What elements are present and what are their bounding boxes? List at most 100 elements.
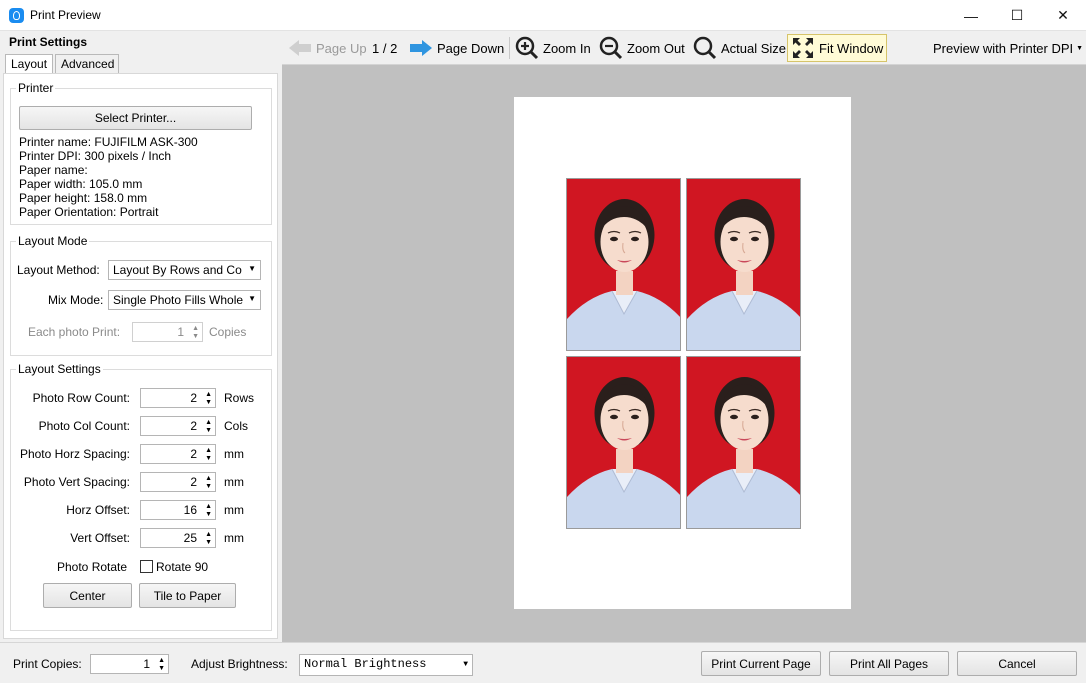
page-up-label: Page Up [316,40,367,56]
preview-toolbar: Page Up 1 / 2 Page Down Zoom In Zoom Out… [282,31,1086,65]
actual-size-button[interactable]: Actual Size [693,34,786,62]
maximize-button[interactable]: ☐ [994,0,1040,31]
layout-settings-group: Layout Settings Photo Row Count: 2 ▲ ▼ Ro… [10,362,272,631]
zoom-out-label: Zoom Out [627,40,685,56]
brightness-select[interactable]: Normal Brightness ▼ [299,654,473,676]
preview-dpi-dropdown[interactable]: Preview with Printer DPI ▼ [933,34,1083,62]
rotate-90-checkbox[interactable] [140,560,153,573]
tab-advanced[interactable]: Advanced [55,54,119,74]
magnifier-icon [693,36,717,60]
horz-offset-value: 16 [183,503,197,517]
arrow-left-icon [289,40,311,56]
row-count-value: 2 [190,391,197,405]
cancel-button[interactable]: Cancel [957,651,1077,676]
preview-dpi-label: Preview with Printer DPI [933,40,1074,56]
printer-name-text: Printer name: FUJIFILM ASK-300 [19,135,198,149]
print-current-page-button[interactable]: Print Current Page [701,651,821,676]
page-indicator: 1 / 2 [372,40,398,56]
center-button[interactable]: Center [43,583,132,608]
app-logo-icon [9,8,24,23]
layout-method-value: Layout By Rows and Co [113,263,242,277]
page-up-button[interactable]: Page Up [288,34,367,62]
title-bar: Print Preview — ☐ ✕ [0,0,1086,31]
layout-settings-group-title: Layout Settings [16,362,103,376]
id-photo [686,178,801,351]
row-count-label: Photo Row Count: [32,391,130,405]
tile-to-paper-button[interactable]: Tile to Paper [139,583,236,608]
spin-arrows-icon[interactable]: ▲ ▼ [205,389,212,407]
chevron-down-icon: ▼ [463,660,468,669]
layout-mode-group: Layout Mode Layout Method: Layout By Row… [10,234,272,356]
photo-rotate-label: Photo Rotate [57,560,128,574]
arrow-right-icon [410,40,432,56]
expand-arrows-icon [793,38,813,58]
each-photo-print-stepper: 1 ▲ ▼ [132,322,203,342]
print-copies-label: Print Copies: [13,657,82,671]
horz-spacing-value: 2 [190,447,197,461]
vert-offset-label: Vert Offset: [70,531,130,545]
each-photo-print-label: Each photo Print: [28,325,121,339]
printer-group-title: Printer [16,81,56,95]
printer-group: Printer Select Printer... Printer name: … [10,81,272,225]
mix-mode-select[interactable]: Single Photo Fills Whole ▼ [108,290,261,310]
spin-arrows-icon[interactable]: ▲ ▼ [205,417,212,435]
print-settings-panel: Print Settings Layout Advanced Printer S… [0,31,281,642]
zoom-out-icon [599,36,623,60]
vert-spacing-stepper[interactable]: 2 ▲ ▼ [140,472,216,492]
chevron-down-icon: ▼ [248,294,256,303]
select-printer-button[interactable]: Select Printer... [19,106,252,130]
print-copies-stepper[interactable]: 1 ▲ ▼ [90,654,169,674]
vert-offset-stepper[interactable]: 25 ▲ ▼ [140,528,216,548]
horz-offset-unit: mm [224,503,244,517]
close-button[interactable]: ✕ [1040,0,1086,31]
vert-spacing-value: 2 [190,475,197,489]
zoom-in-button[interactable]: Zoom In [515,34,591,62]
col-count-stepper[interactable]: 2 ▲ ▼ [140,416,216,436]
spin-arrows-icon[interactable]: ▲ ▼ [205,529,212,547]
col-count-label: Photo Col Count: [38,419,130,433]
paper-name-text: Paper name: [19,163,88,177]
horz-spacing-stepper[interactable]: 2 ▲ ▼ [140,444,216,464]
chevron-down-icon: ▼ [248,264,256,273]
spin-arrows-icon[interactable]: ▲ ▼ [205,473,212,491]
chevron-down-icon: ▼ [1076,44,1084,52]
mix-mode-value: Single Photo Fills Whole [113,293,244,307]
copies-unit-label: Copies [209,325,247,339]
horz-spacing-label: Photo Horz Spacing: [19,447,130,461]
spin-arrows-icon: ▲ ▼ [192,325,199,340]
id-photo [566,356,681,529]
print-settings-header: Print Settings [9,35,88,49]
tab-layout[interactable]: Layout [5,54,53,75]
minimize-button[interactable]: — [948,0,994,31]
vert-offset-value: 25 [183,531,197,545]
spin-arrows-icon[interactable]: ▲ ▼ [158,655,165,673]
paper-height-text: Paper height: 158.0 mm [19,191,148,205]
spin-arrows-icon[interactable]: ▲ ▼ [205,501,212,519]
col-count-value: 2 [190,419,197,433]
mix-mode-label: Mix Mode: [48,293,104,307]
page-down-button[interactable]: Page Down [409,34,504,62]
bottom-bar: Print Copies: 1 ▲ ▼ Adjust Brightness: No… [0,642,1086,683]
print-all-pages-button[interactable]: Print All Pages [829,651,949,676]
zoom-out-button[interactable]: Zoom Out [599,34,685,62]
horz-spacing-unit: mm [224,447,244,461]
fit-window-button[interactable]: Fit Window [787,34,888,62]
brightness-value: Normal Brightness [304,657,427,671]
vert-offset-unit: mm [224,531,244,545]
printer-dpi-text: Printer DPI: 300 pixels / Inch [19,149,172,163]
row-count-stepper[interactable]: 2 ▲ ▼ [140,388,216,408]
actual-size-label: Actual Size [721,40,787,56]
preview-area [282,65,1086,642]
zoom-in-icon [515,36,539,60]
fit-window-label: Fit Window [819,40,884,56]
id-photo [566,178,681,351]
layout-method-select[interactable]: Layout By Rows and Co ▼ [108,260,261,280]
window-title: Print Preview [30,8,101,22]
horz-offset-stepper[interactable]: 16 ▲ ▼ [140,500,216,520]
rotate-90-label[interactable]: Rotate 90 [156,560,208,574]
spin-arrows-icon[interactable]: ▲ ▼ [205,445,212,463]
row-count-unit: Rows [224,391,255,405]
layout-mode-group-title: Layout Mode [16,234,90,248]
paper-page [514,97,851,609]
col-count-unit: Cols [224,419,249,433]
